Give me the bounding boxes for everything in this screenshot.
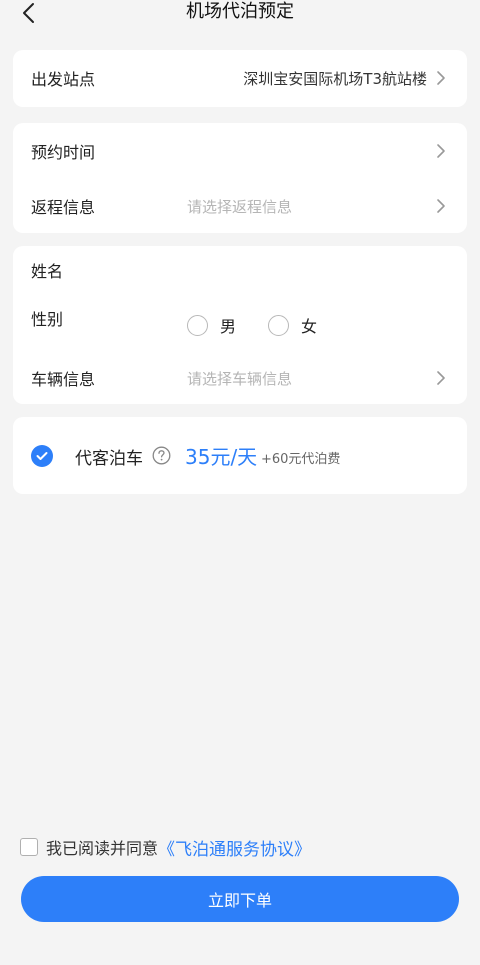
gender-label: 性别 <box>31 310 64 329</box>
gender-option-female[interactable]: 女 <box>268 313 317 337</box>
agreement-row: 我已阅读并同意 《飞泊通服务协议》 <box>20 835 311 860</box>
chevron-right-icon <box>435 370 447 386</box>
return-info-row[interactable]: 返程信息 请选择返程信息 <box>13 186 467 226</box>
agreement-text: 我已阅读并同意 <box>46 839 159 858</box>
person-card: 姓名 性别 男 女 车辆信息 请选择车辆信息 <box>13 246 467 404</box>
radio-circle-icon <box>187 314 208 336</box>
vehicle-info-label: 车辆信息 <box>31 370 96 389</box>
return-info-label: 返程信息 <box>31 198 96 217</box>
departure-value: 深圳宝安国际机场T3航站楼 <box>243 69 427 88</box>
service-price: 35元/天 <box>185 445 258 469</box>
page-title: 机场代泊预定 <box>186 1 294 22</box>
departure-label: 出发站点 <box>31 70 96 89</box>
gender-option-male[interactable]: 男 <box>187 313 236 337</box>
service-name: 代客泊车 <box>75 449 143 469</box>
reserve-time-row[interactable]: 预约时间 <box>13 131 467 171</box>
service-card: 代客泊车 35元/天 +60元代泊费 <box>13 417 467 494</box>
departure-card: 出发站点 深圳宝安国际机场T3航站楼 <box>13 50 467 107</box>
service-extra-fee: +60元代泊费 <box>261 452 341 467</box>
agreement-link[interactable]: 《飞泊通服务协议》 <box>158 835 311 860</box>
gender-row: 性别 <box>13 298 467 338</box>
vehicle-info-row[interactable]: 车辆信息 请选择车辆信息 <box>13 358 467 398</box>
header-bar: 机场代泊预定 <box>0 0 480 32</box>
chevron-right-icon <box>435 143 447 159</box>
departure-row[interactable]: 出发站点 深圳宝安国际机场T3航站楼 <box>13 58 467 98</box>
service-checkbox[interactable] <box>31 445 53 467</box>
gender-male-label: 男 <box>220 317 237 336</box>
agreement-checkbox[interactable] <box>20 838 38 856</box>
name-label: 姓名 <box>31 262 64 281</box>
submit-order-button[interactable]: 立即下单 <box>21 876 459 922</box>
schedule-card: 预约时间 返程信息 请选择返程信息 <box>13 123 467 233</box>
chevron-right-icon <box>435 70 447 86</box>
reserve-time-label: 预约时间 <box>31 143 96 162</box>
check-icon <box>36 452 48 460</box>
return-info-placeholder: 请选择返程信息 <box>187 197 293 216</box>
help-icon[interactable] <box>152 446 171 465</box>
chevron-right-icon <box>435 198 447 214</box>
vehicle-info-placeholder: 请选择车辆信息 <box>187 369 293 388</box>
gender-female-label: 女 <box>301 317 318 336</box>
name-row[interactable]: 姓名 <box>13 250 467 290</box>
radio-circle-icon <box>268 314 289 336</box>
